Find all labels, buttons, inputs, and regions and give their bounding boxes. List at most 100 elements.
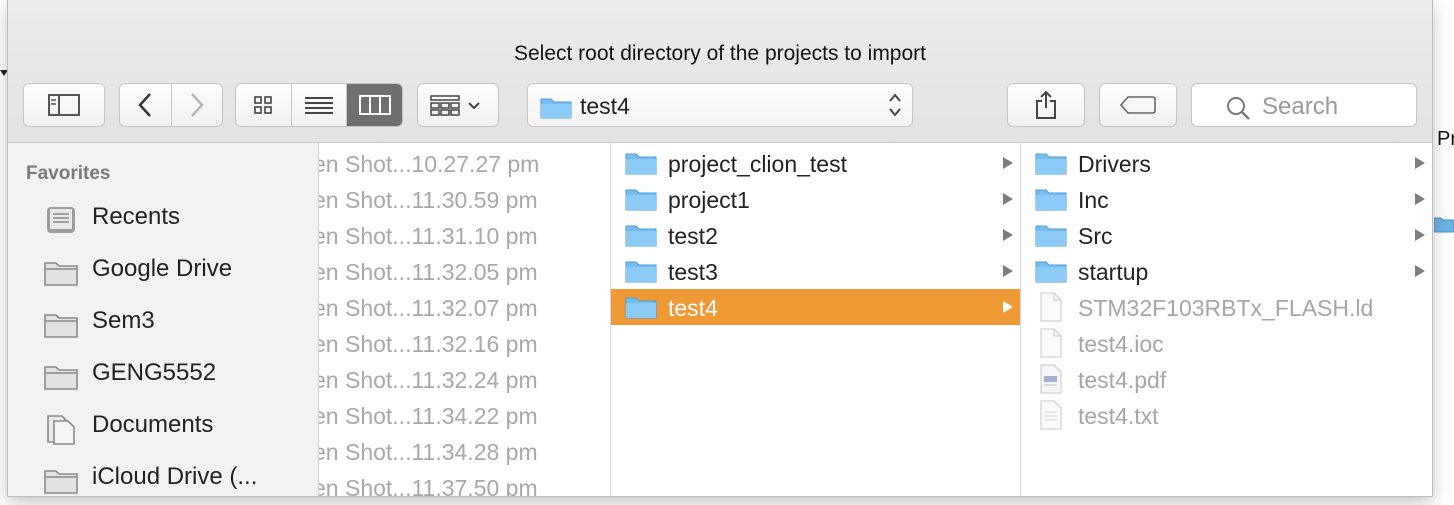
column-view-icon bbox=[358, 95, 391, 115]
search-placeholder: Search bbox=[1262, 93, 1339, 120]
folder-icon bbox=[1035, 153, 1067, 175]
updown-chevron-icon bbox=[889, 93, 901, 117]
sidebar-icon bbox=[48, 94, 80, 116]
list-item[interactable]: en Shot...11.37.50 pm bbox=[319, 469, 610, 496]
folder-item-project-clion-test[interactable]: project_clion_test bbox=[611, 145, 1020, 181]
icon-view-button[interactable] bbox=[236, 84, 292, 126]
folder-item-inc[interactable]: Inc bbox=[1021, 181, 1432, 217]
folder-icon bbox=[1035, 261, 1067, 283]
browser-column-1[interactable]: en Shot...10.27.27 pm en Shot...11.30.59… bbox=[319, 143, 611, 496]
list-item[interactable]: en Shot...11.32.07 pm bbox=[319, 289, 610, 325]
arrange-button[interactable] bbox=[417, 83, 499, 127]
browser-column-3[interactable]: Drivers Inc Src startup STM32F103RBTx_FL… bbox=[1021, 143, 1432, 496]
browser-column-2[interactable]: project_clion_test project1 test2 test3 … bbox=[611, 143, 1021, 496]
document-icon bbox=[1040, 292, 1062, 322]
list-item[interactable]: en Shot...11.30.59 pm bbox=[319, 181, 610, 217]
sidebar-item-icloud-drive[interactable]: iCloud Drive (... bbox=[8, 453, 319, 505]
folder-item-drivers[interactable]: Drivers bbox=[1021, 145, 1432, 181]
list-item[interactable]: en Shot...11.31.10 pm bbox=[319, 217, 610, 253]
disclosure-arrow-icon bbox=[1415, 193, 1425, 205]
file-label: test4.txt bbox=[1078, 403, 1159, 429]
folder-icon bbox=[1035, 189, 1067, 211]
sidebar-toggle-button[interactable] bbox=[23, 83, 105, 127]
folder-icon bbox=[625, 153, 657, 175]
sidebar: Favorites Recents Google Drive Sem3 GENG… bbox=[8, 143, 319, 496]
arrange-icon bbox=[430, 95, 480, 116]
folder-label: project_clion_test bbox=[668, 151, 847, 177]
sidebar-item-recents[interactable]: Recents bbox=[8, 193, 319, 245]
folder-icon bbox=[44, 366, 78, 390]
disclosure-arrow-icon bbox=[1003, 229, 1013, 241]
dialog-title: Select root directory of the projects to… bbox=[513, 42, 926, 65]
sidebar-item-label: Documents bbox=[92, 411, 214, 438]
folder-item-startup[interactable]: startup bbox=[1021, 253, 1432, 289]
pdf-document-icon bbox=[1040, 364, 1062, 394]
back-button[interactable] bbox=[120, 84, 172, 126]
folder-item-test2[interactable]: test2 bbox=[611, 217, 1020, 253]
folder-label: startup bbox=[1078, 259, 1149, 285]
folder-label: test4 bbox=[668, 295, 718, 321]
chevron-left-icon bbox=[138, 93, 152, 117]
sidebar-item-documents[interactable]: Documents bbox=[8, 401, 319, 453]
sidebar-item-google-drive[interactable]: Google Drive bbox=[8, 245, 319, 297]
sidebar-item-geng5552[interactable]: GENG5552 bbox=[8, 349, 319, 401]
tag-icon bbox=[1120, 96, 1156, 114]
recents-icon bbox=[47, 207, 75, 233]
disclosure-arrow-icon bbox=[1003, 265, 1013, 277]
list-item[interactable]: en Shot...11.34.28 pm bbox=[319, 433, 610, 469]
file-label: test4.pdf bbox=[1078, 367, 1167, 393]
location-value: test4 bbox=[580, 93, 630, 119]
background-window-text: Pr bbox=[1437, 128, 1454, 150]
list-view-icon bbox=[305, 97, 333, 114]
folder-icon bbox=[44, 314, 78, 338]
folder-label: test2 bbox=[668, 223, 718, 249]
sidebar-section-title: Favorites bbox=[26, 163, 111, 184]
list-item[interactable]: en Shot...11.32.24 pm bbox=[319, 361, 610, 397]
column-view-button[interactable] bbox=[347, 84, 402, 126]
list-item[interactable]: en Shot...10.27.27 pm bbox=[319, 145, 610, 181]
file-label: STM32F103RBTx_FLASH.ld bbox=[1078, 295, 1374, 321]
folder-label: Drivers bbox=[1078, 151, 1151, 177]
search-field[interactable]: Search bbox=[1191, 83, 1417, 127]
file-item-ioc: test4.ioc bbox=[1021, 325, 1432, 361]
sidebar-item-label: iCloud Drive (... bbox=[92, 463, 258, 490]
disclosure-arrow-icon bbox=[1415, 157, 1425, 169]
sidebar-item-label: Google Drive bbox=[92, 255, 233, 282]
folder-icon bbox=[44, 470, 78, 494]
folder-item-test4[interactable]: test4 bbox=[611, 289, 1020, 325]
sidebar-item-sem3[interactable]: Sem3 bbox=[8, 297, 319, 349]
folder-label: Inc bbox=[1078, 187, 1109, 213]
sidebar-item-label: Sem3 bbox=[92, 307, 155, 334]
disclosure-arrow-icon bbox=[1003, 193, 1013, 205]
folder-icon bbox=[625, 297, 657, 319]
folder-item-test3[interactable]: test3 bbox=[611, 253, 1020, 289]
background-folder-icon bbox=[1434, 217, 1454, 233]
forward-button[interactable] bbox=[172, 84, 223, 126]
file-item-ld: STM32F103RBTx_FLASH.ld bbox=[1021, 289, 1432, 325]
location-popup[interactable]: test4 bbox=[527, 83, 913, 127]
file-item-txt: test4.txt bbox=[1021, 397, 1432, 433]
file-label: test4.ioc bbox=[1078, 331, 1164, 357]
folder-label: project1 bbox=[668, 187, 750, 213]
disclosure-arrow-icon bbox=[1415, 229, 1425, 241]
disclosure-arrow-icon bbox=[1003, 301, 1013, 313]
view-mode-control bbox=[235, 83, 403, 127]
dialog-toolbar: Select root directory of the projects to… bbox=[8, 0, 1432, 143]
folder-icon bbox=[625, 225, 657, 247]
tags-button[interactable] bbox=[1099, 83, 1177, 127]
navigation-buttons bbox=[119, 83, 223, 127]
list-item[interactable]: en Shot...11.34.22 pm bbox=[319, 397, 610, 433]
list-item[interactable]: en Shot...11.32.16 pm bbox=[319, 325, 610, 361]
document-icon bbox=[1040, 328, 1062, 358]
list-item[interactable]: en Shot...11.32.05 pm bbox=[319, 253, 610, 289]
documents-icon bbox=[47, 415, 75, 445]
folder-item-src[interactable]: Src bbox=[1021, 217, 1432, 253]
text-document-icon bbox=[1040, 400, 1062, 430]
folder-item-project1[interactable]: project1 bbox=[611, 181, 1020, 217]
share-button[interactable] bbox=[1007, 83, 1085, 127]
list-view-button[interactable] bbox=[292, 84, 348, 126]
folder-label: Src bbox=[1078, 223, 1113, 249]
file-item-pdf: test4.pdf bbox=[1021, 361, 1432, 397]
folder-icon bbox=[1035, 225, 1067, 247]
open-dialog: Select root directory of the projects to… bbox=[8, 0, 1432, 496]
